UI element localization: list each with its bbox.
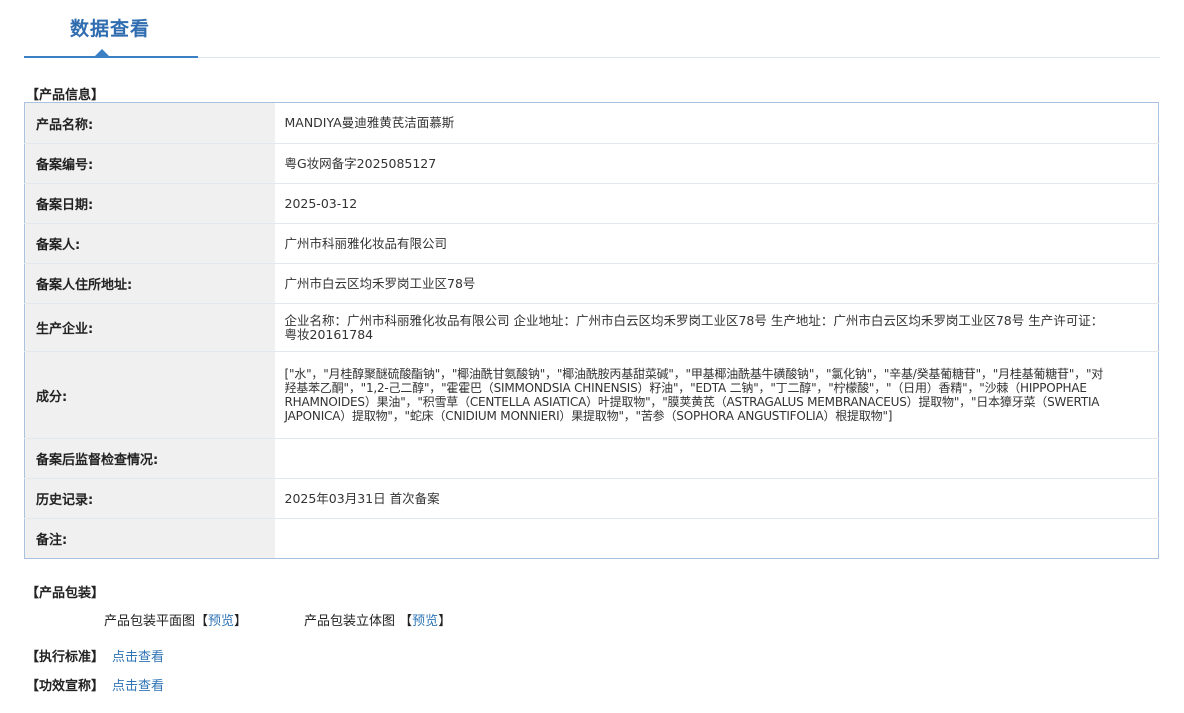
table-row: 备案后监督检查情况:: [24, 438, 1159, 479]
table-row: 成分: ["水"，"月桂醇聚醚硫酸酯钠"，"椰油酰甘氨酸钠"，"椰油酰胺丙基甜菜…: [24, 351, 1159, 439]
bracket-open: 【: [399, 614, 413, 629]
table-row: 备案人住所地址: 广州市白云区均禾罗岗工业区78号: [24, 263, 1159, 304]
bracket-close: 】: [234, 614, 248, 629]
tab-data-view[interactable]: 数据查看: [24, 0, 198, 58]
row-label-manufacturer: 生产企业:: [24, 303, 275, 352]
page-title: 数据查看: [70, 18, 151, 40]
page-header: 数据查看: [24, 0, 1160, 58]
row-label-filing-date: 备案日期:: [24, 183, 275, 224]
table-row: 生产企业: 企业名称：广州市科丽雅化妆品有限公司 企业地址：广州市白云区均禾罗岗…: [24, 303, 1159, 352]
row-label-filer: 备案人:: [24, 223, 275, 264]
row-label-product-name: 产品名称:: [24, 102, 275, 144]
row-value-manufacturer: 企业名称：广州市科丽雅化妆品有限公司 企业地址：广州市白云区均禾罗岗工业区78号…: [274, 303, 1159, 352]
row-label-filer-address: 备案人住所地址:: [24, 263, 275, 304]
table-row: 备案编号: 粤G妆网备字2025085127: [24, 143, 1159, 184]
table-row: 备案日期: 2025-03-12: [24, 183, 1159, 224]
packaging-solid-preview-link[interactable]: 预览: [412, 614, 438, 629]
packaging-flat-preview-link[interactable]: 预览: [208, 614, 234, 629]
tab-indicator-caret: [95, 49, 109, 56]
row-label-post-inspection: 备案后监督检查情况:: [24, 438, 275, 479]
packaging-solid-item: 产品包装立体图 【预览】: [304, 610, 451, 629]
standard-view-link[interactable]: 点击查看: [112, 650, 164, 665]
row-label-ingredients: 成分:: [24, 351, 275, 439]
product-info-section-title: 【产品信息】: [26, 88, 105, 103]
row-value-filer: 广州市科丽雅化妆品有限公司: [274, 223, 1159, 264]
row-value-history: 2025年03月31日 首次备案: [274, 478, 1159, 519]
packaging-flat-label: 产品包装平面图: [104, 614, 196, 629]
row-value-ingredients: ["水"，"月桂醇聚醚硫酸酯钠"，"椰油酰甘氨酸钠"，"椰油酰胺丙基甜菜碱"，"…: [274, 351, 1159, 439]
table-row: 历史记录: 2025年03月31日 首次备案: [24, 478, 1159, 519]
bracket-open: 【: [195, 614, 209, 629]
bracket-close: 】: [438, 614, 452, 629]
standard-row: 【执行标准】 点击查看: [26, 646, 164, 665]
efficacy-view-link[interactable]: 点击查看: [112, 679, 164, 694]
row-value-product-name: MANDIYA曼迪雅黄芪洁面慕斯: [284, 115, 455, 130]
row-value-filer-address: 广州市白云区均禾罗岗工业区78号: [274, 263, 1159, 304]
standard-label: 【执行标准】: [26, 650, 105, 665]
table-row: 备案人: 广州市科丽雅化妆品有限公司: [24, 223, 1159, 264]
row-label-history: 历史记录:: [24, 478, 275, 519]
table-row: 备注:: [24, 518, 1159, 559]
row-value-remarks: [274, 518, 1159, 559]
row-value-filing-number: 粤G妆网备字2025085127: [274, 143, 1159, 184]
efficacy-label: 【功效宣称】: [26, 679, 105, 694]
table-row: 产品名称: MANDIYA曼迪雅黄芪洁面慕斯: [24, 102, 1159, 144]
row-value-filing-date: 2025-03-12: [274, 183, 1159, 224]
packaging-flat-item: 产品包装平面图【预览】: [104, 610, 247, 629]
row-label-filing-number: 备案编号:: [24, 143, 275, 184]
product-info-table: 产品名称: MANDIYA曼迪雅黄芪洁面慕斯 备案编号: 粤G妆网备字20250…: [24, 102, 1159, 559]
packaging-section-title: 【产品包装】: [26, 586, 105, 601]
row-label-remarks: 备注:: [24, 518, 275, 559]
efficacy-row: 【功效宣称】 点击查看: [26, 675, 164, 694]
row-value-post-inspection: [274, 438, 1159, 479]
packaging-solid-label: 产品包装立体图: [304, 614, 396, 629]
